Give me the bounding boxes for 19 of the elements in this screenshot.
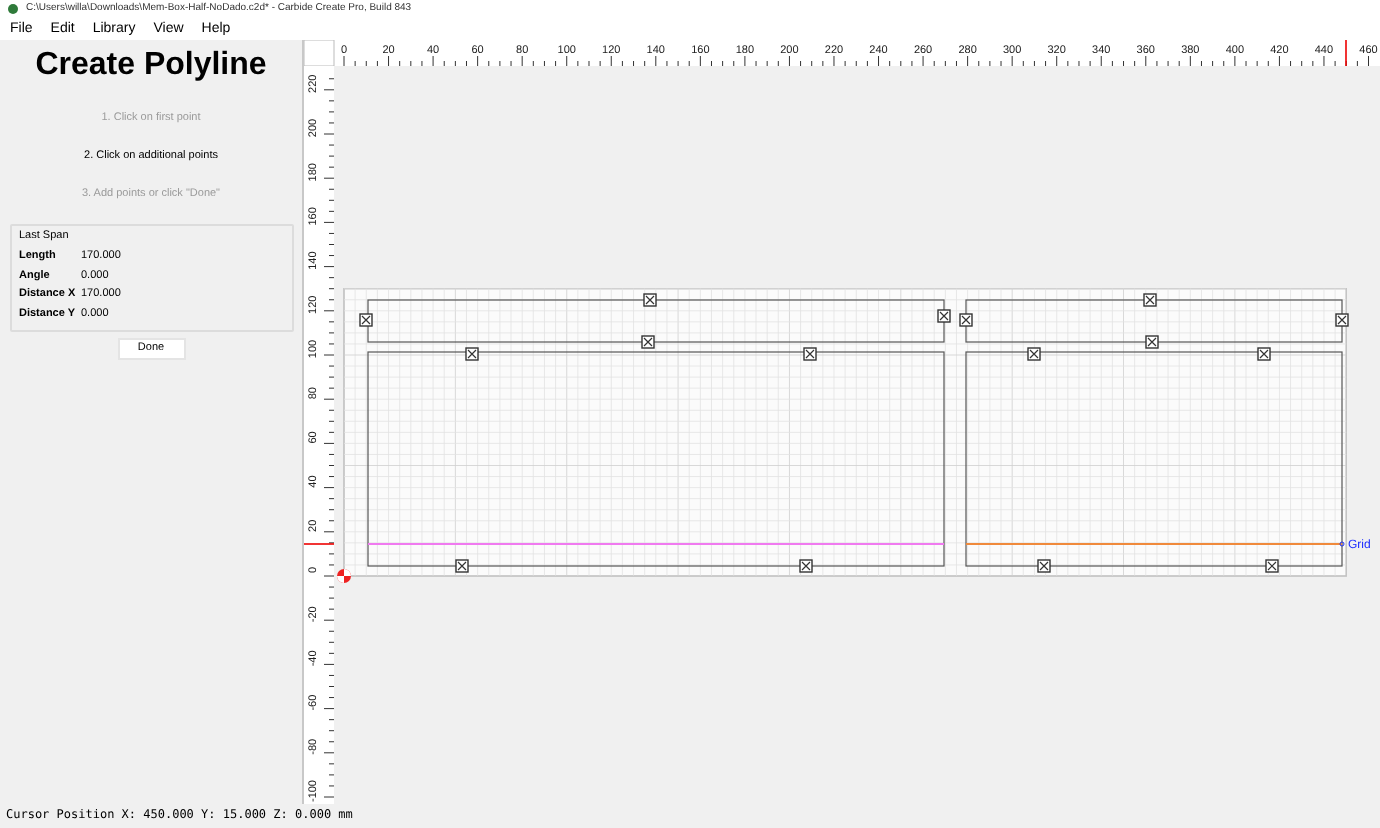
tab-marker-icon[interactable] [465, 347, 479, 361]
tab-marker-icon[interactable] [1257, 347, 1271, 361]
cursor-point-icon [1339, 541, 1345, 547]
tab-marker-icon[interactable] [1265, 559, 1279, 573]
tab-marker-icon[interactable] [1335, 313, 1349, 327]
tab-marker-icon[interactable] [1145, 335, 1159, 349]
tab-marker-icon[interactable] [359, 313, 373, 327]
tab-marker-icon[interactable] [803, 347, 817, 361]
tab-marker-icon[interactable] [641, 335, 655, 349]
tab-marker-icon[interactable] [937, 309, 951, 323]
tab-marker-icon[interactable] [959, 313, 973, 327]
panel-title: Create Polyline [35, 50, 267, 82]
tab-marker-icon[interactable] [455, 559, 469, 573]
app-icon [8, 4, 18, 14]
tab-marker-icon[interactable] [799, 559, 813, 573]
tab-marker-icon[interactable] [643, 293, 657, 307]
tab-marker-icon[interactable] [1037, 559, 1051, 573]
tab-marker-icon[interactable] [1143, 293, 1157, 307]
tab-marker-icon[interactable] [1027, 347, 1041, 361]
